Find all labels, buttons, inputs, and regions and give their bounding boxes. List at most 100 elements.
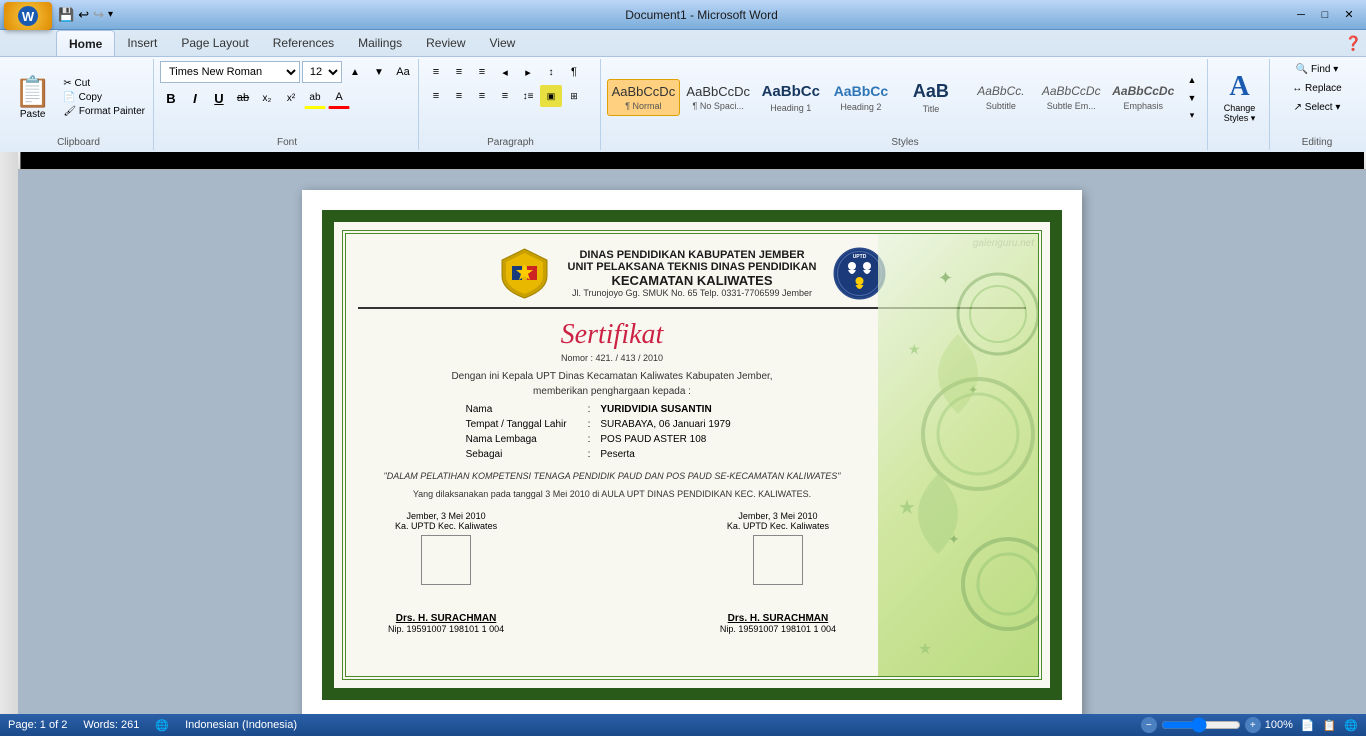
decrease-indent-btn[interactable]: ◂ [494, 61, 516, 83]
style-emphasis-label: Emphasis [1123, 101, 1163, 111]
cut-button[interactable]: ✂ Cut [59, 77, 149, 90]
tab-references[interactable]: References [261, 30, 346, 56]
find-button[interactable]: 🔍 Find ▾ [1290, 61, 1345, 78]
increase-indent-btn[interactable]: ▸ [517, 61, 539, 83]
align-center-btn[interactable]: ≡ [448, 85, 470, 107]
minimize-btn[interactable]: ─ [1290, 5, 1312, 25]
close-btn[interactable]: ✕ [1338, 5, 1360, 25]
field-sep-sebagai: : [584, 448, 595, 461]
cert-logo-1 [497, 246, 552, 301]
undo-quick-btn[interactable]: ↩ [78, 7, 89, 23]
zoom-out-btn[interactable]: − [1141, 717, 1157, 733]
editing-group: 🔍 Find ▾ ↔ Replace ↗ Select ▾ Editing [1272, 59, 1362, 150]
status-right: − + 100% 📄 📋 🌐 [1141, 717, 1358, 733]
tab-insert[interactable]: Insert [115, 30, 169, 56]
zoom-controls: − + 100% [1141, 717, 1293, 733]
text-color-btn[interactable]: A [328, 87, 350, 109]
change-styles-button[interactable]: A ChangeStyles ▾ [1216, 67, 1264, 128]
style-title[interactable]: AaB Title [897, 76, 965, 120]
cert-signature-area: Jember, 3 Mei 2010 Ka. UPTD Kec. Kaliwat… [358, 511, 866, 634]
view-normal-btn[interactable]: 📄 [1301, 719, 1315, 732]
tab-mailings[interactable]: Mailings [346, 30, 414, 56]
document-area[interactable]: galeriguru.net ✦ ★ ✦ [18, 170, 1366, 714]
replace-button[interactable]: ↔ Replace [1286, 80, 1347, 97]
styles-more-btn[interactable]: ▾ [1181, 107, 1203, 125]
copy-button[interactable]: 📄 Copy [59, 91, 149, 104]
select-icon: ↗ [1294, 102, 1302, 113]
window-controls: ─ □ ✕ [1290, 5, 1360, 25]
redo-quick-btn[interactable]: ↪ [93, 7, 104, 23]
change-styles-group: A ChangeStyles ▾ [1210, 59, 1270, 150]
style-subtle-em[interactable]: AaBbCcDc Subtle Em... [1037, 79, 1106, 115]
cert-field-row: Nama : YURIDVIDIA SUSANTIN [462, 403, 763, 416]
shading-btn[interactable]: ▣ [540, 85, 562, 107]
cert-sig-left-citydate: Jember, 3 Mei 2010 [388, 511, 504, 521]
clipboard-group-content: 📋 Paste ✂ Cut 📄 Copy 🖌 [8, 61, 149, 148]
font-size-down-btn[interactable]: ▼ [368, 61, 390, 83]
bold-btn[interactable]: B [160, 87, 182, 109]
view-print-btn[interactable]: 📋 [1323, 719, 1337, 732]
show-hide-btn[interactable]: ¶ [563, 61, 585, 83]
justify-btn[interactable]: ≡ [494, 85, 516, 107]
line-spacing-btn[interactable]: ↕≡ [517, 85, 539, 107]
office-button[interactable]: W [4, 2, 52, 30]
font-group-content: Times New Roman 12 ▲ ▼ Aa B I U ab x₂ x² [160, 61, 414, 148]
quick-access-dropdown[interactable]: ▾ [108, 9, 113, 20]
font-name-select[interactable]: Times New Roman [160, 61, 300, 83]
style-no-spacing[interactable]: AaBbCcDc ¶ No Spaci... [682, 79, 755, 117]
multilevel-btn[interactable]: ≡ [471, 61, 493, 83]
ribbon: Home Insert Page Layout References Maili… [0, 30, 1366, 154]
status-page: Page: 1 of 2 [8, 719, 67, 732]
numbering-btn[interactable]: ≡ [448, 61, 470, 83]
style-heading1[interactable]: AaBbCc Heading 1 [757, 78, 825, 118]
style-heading1-label: Heading 1 [770, 103, 811, 113]
window-title: Document1 - Microsoft Word [625, 8, 778, 22]
sort-btn[interactable]: ↕ [540, 61, 562, 83]
style-subtitle[interactable]: AaBbCc. Subtitle [967, 79, 1035, 115]
document-page: galeriguru.net ✦ ★ ✦ [302, 190, 1082, 714]
field-value-nama: YURIDVIDIA SUSANTIN [596, 403, 762, 416]
styles-scroll-down[interactable]: ▼ [1181, 89, 1203, 107]
border-btn[interactable]: ⊞ [563, 85, 585, 107]
style-heading2-label: Heading 2 [840, 102, 881, 112]
font-size-select[interactable]: 12 [302, 61, 342, 83]
style-emphasis[interactable]: AaBbCcDc Emphasis [1108, 79, 1179, 115]
cert-nomor: Nomor : 421. / 413 / 2010 [358, 353, 866, 363]
ribbon-help-btn[interactable]: ❓ [1345, 35, 1362, 52]
zoom-in-btn[interactable]: + [1245, 717, 1261, 733]
bullets-btn[interactable]: ≡ [425, 61, 447, 83]
tab-home[interactable]: Home [56, 30, 115, 56]
subscript-btn[interactable]: x₂ [256, 87, 278, 109]
tab-view[interactable]: View [478, 30, 528, 56]
tab-page-layout[interactable]: Page Layout [169, 30, 260, 56]
certificate-inner-border: galeriguru.net ✦ ★ ✦ [342, 230, 1042, 680]
cert-text1: Dengan ini Kepala UPT Dinas Kecamatan Ka… [358, 371, 866, 382]
svg-text:★: ★ [898, 497, 916, 519]
style-emphasis-preview: AaBbCcDc [1112, 84, 1174, 98]
style-heading2[interactable]: AaBbCc Heading 2 [827, 78, 895, 117]
superscript-btn[interactable]: x² [280, 87, 302, 109]
font-size-up-btn[interactable]: ▲ [344, 61, 366, 83]
text-highlight-btn[interactable]: ab [304, 87, 326, 109]
tab-review[interactable]: Review [414, 30, 477, 56]
italic-btn[interactable]: I [184, 87, 206, 109]
field-value-lembaga: POS PAUD ASTER 108 [596, 433, 762, 446]
styles-group: AaBbCcDc ¶ Normal AaBbCcDc ¶ No Spaci...… [603, 59, 1208, 150]
field-sep-nama: : [584, 403, 595, 416]
zoom-slider[interactable] [1161, 719, 1241, 731]
select-button[interactable]: ↗ Select ▾ [1288, 99, 1347, 116]
cert-main-title: Sertifikat [358, 319, 866, 351]
strikethrough-btn[interactable]: ab [232, 87, 254, 109]
format-painter-button[interactable]: 🖌 Format Painter [59, 105, 149, 118]
save-quick-btn[interactable]: 💾 [58, 7, 74, 23]
maximize-btn[interactable]: □ [1314, 5, 1336, 25]
style-normal[interactable]: AaBbCcDc ¶ Normal [607, 79, 680, 117]
paste-button[interactable]: 📋 Paste [8, 74, 57, 122]
view-web-btn[interactable]: 🌐 [1344, 719, 1358, 732]
underline-btn[interactable]: U [208, 87, 230, 109]
align-right-btn[interactable]: ≡ [471, 85, 493, 107]
styles-scroll-up[interactable]: ▲ [1181, 71, 1203, 89]
clear-format-btn[interactable]: Aa [392, 61, 414, 83]
cert-statement2: Yang dilaksanakan pada tanggal 3 Mei 201… [358, 489, 866, 499]
align-left-btn[interactable]: ≡ [425, 85, 447, 107]
